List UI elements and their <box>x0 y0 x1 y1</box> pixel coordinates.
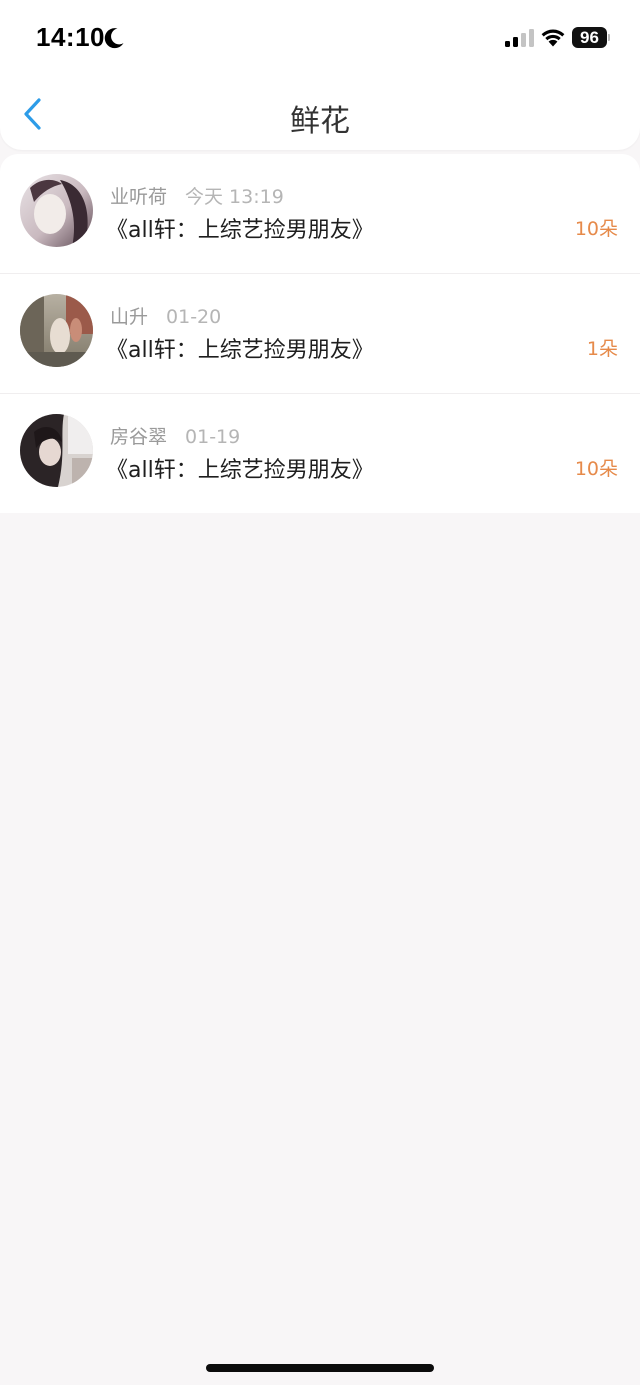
battery-tip <box>608 34 610 41</box>
list-item[interactable]: 山升 01-20 《all轩：上综艺捡男朋友》 1朵 <box>0 273 640 393</box>
page-title: 鲜花 <box>290 104 350 139</box>
battery-level: 96 <box>572 27 607 48</box>
avatar[interactable] <box>20 294 93 367</box>
book-title: 《all轩：上综艺捡男朋友》 <box>106 218 374 243</box>
send-time: 01-20 <box>166 306 222 328</box>
row-meta: 房谷翠 01-19 <box>110 422 240 449</box>
avatar[interactable] <box>20 174 93 247</box>
send-time: 今天 13:19 <box>185 186 284 208</box>
flower-count: 10朵 <box>574 458 618 480</box>
book-title: 《all轩：上综艺捡男朋友》 <box>106 458 374 483</box>
moon-icon <box>102 26 126 50</box>
row-meta: 山升 01-20 <box>110 302 221 329</box>
flower-list: 业听荷 今天 13:19 《all轩：上综艺捡男朋友》 10朵 山升 01-20… <box>0 154 640 513</box>
flower-count: 10朵 <box>574 218 618 240</box>
row-meta: 业听荷 今天 13:19 <box>110 182 284 209</box>
flower-count: 1朵 <box>586 338 618 360</box>
sender-name: 房谷翠 <box>110 426 168 448</box>
home-indicator[interactable] <box>206 1364 434 1372</box>
sender-name: 业听荷 <box>110 186 168 208</box>
cellular-signal-icon <box>505 29 535 47</box>
status-time: 14:10 <box>36 22 105 52</box>
status-bar: 14:10 96 <box>0 0 640 76</box>
list-item[interactable]: 业听荷 今天 13:19 《all轩：上综艺捡男朋友》 10朵 <box>0 154 640 273</box>
list-item[interactable]: 房谷翠 01-19 《all轩：上综艺捡男朋友》 10朵 <box>0 393 640 513</box>
nav-bar: 鲜花 <box>0 82 640 146</box>
battery-icon: 96 <box>572 27 610 48</box>
sender-name: 山升 <box>110 306 149 328</box>
top-bar: 14:10 96 鲜花 <box>0 0 640 150</box>
send-time: 01-19 <box>185 426 241 448</box>
wifi-icon <box>540 27 566 47</box>
avatar[interactable] <box>20 414 93 487</box>
book-title: 《all轩：上综艺捡男朋友》 <box>106 338 374 363</box>
